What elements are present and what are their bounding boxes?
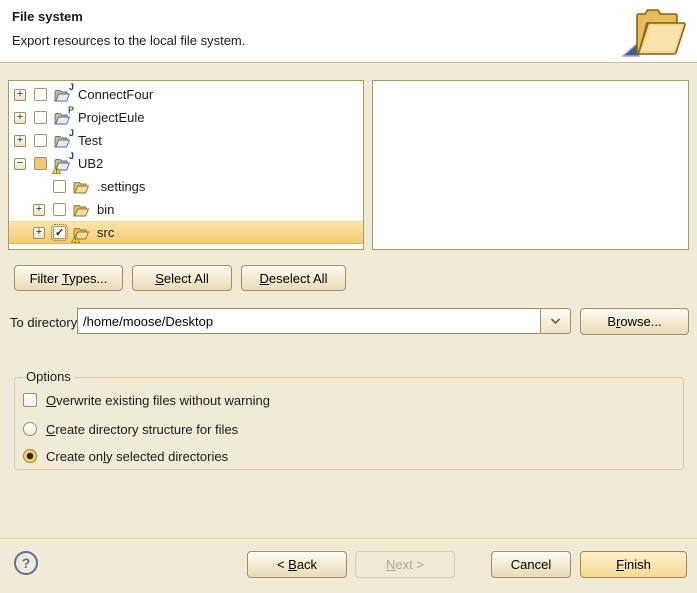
tree-item-label: UB2 xyxy=(78,156,103,171)
project-nature-decorator: P xyxy=(68,106,74,115)
only-selected-label: Create only selected directories xyxy=(46,449,228,464)
folder-icon xyxy=(73,224,92,241)
to-directory-label: To directory: xyxy=(10,315,81,330)
cancel-button[interactable]: Cancel xyxy=(491,551,571,578)
project-nature-decorator: J xyxy=(69,129,74,138)
warning-overlay-icon xyxy=(52,166,61,174)
tree-item-label: ConnectFour xyxy=(78,87,153,102)
warning-overlay-icon xyxy=(71,235,80,243)
page-title: File system xyxy=(12,9,83,24)
tree-row[interactable]: + bin xyxy=(9,198,363,221)
folder-icon: J xyxy=(54,86,73,103)
finish-button[interactable]: Finish xyxy=(580,551,687,578)
tree-item-label: ProjectEule xyxy=(78,110,144,125)
project-nature-decorator: J xyxy=(69,83,74,92)
options-group-title: Options xyxy=(23,369,74,384)
tree-row[interactable]: .settings xyxy=(9,175,363,198)
tree-item-label: .settings xyxy=(97,179,145,194)
export-folder-icon xyxy=(617,2,689,60)
overwrite-option-row[interactable]: Overwrite existing files without warning xyxy=(23,392,270,408)
tree-expander-toggle[interactable]: + xyxy=(33,204,45,216)
back-button[interactable]: < Back xyxy=(247,551,347,578)
next-button[interactable]: Next > xyxy=(355,551,455,578)
tree-expander-toggle[interactable]: + xyxy=(14,112,26,124)
tree-expander-toggle[interactable]: + xyxy=(33,227,45,239)
footer-separator xyxy=(0,538,697,539)
tree-checkbox[interactable] xyxy=(34,134,47,147)
filter-types-button[interactable]: Filter Types... xyxy=(14,265,123,291)
page-subtitle: Export resources to the local file syste… xyxy=(12,33,245,48)
file-list-panel[interactable] xyxy=(372,80,689,250)
destination-input[interactable] xyxy=(77,308,540,334)
tree-checkbox[interactable] xyxy=(34,157,47,170)
folder-icon xyxy=(73,201,92,218)
browse-button[interactable]: Browse... xyxy=(580,308,689,335)
tree-item-label: bin xyxy=(97,202,114,217)
folder-icon: J xyxy=(54,155,73,172)
folder-icon xyxy=(73,178,92,195)
folder-icon: J xyxy=(54,132,73,149)
tree-item-label: src xyxy=(97,225,114,240)
tree-checkbox[interactable] xyxy=(34,88,47,101)
tree-checkbox[interactable] xyxy=(53,203,66,216)
overwrite-label: Overwrite existing files without warning xyxy=(46,393,270,408)
dir-structure-radio[interactable] xyxy=(23,422,37,436)
dir-structure-label: Create directory structure for files xyxy=(46,422,238,437)
folder-icon: P xyxy=(54,109,73,126)
tree-row[interactable]: + J Test xyxy=(9,129,363,152)
tree-expander-toggle[interactable]: + xyxy=(14,89,26,101)
dir-structure-option-row[interactable]: Create directory structure for files xyxy=(23,421,238,437)
chevron-down-icon xyxy=(550,318,561,325)
combo-dropdown-button[interactable] xyxy=(540,308,571,334)
tree-expander-toggle[interactable]: + xyxy=(14,135,26,147)
tree-checkbox[interactable] xyxy=(53,180,66,193)
tree-checkbox[interactable] xyxy=(34,111,47,124)
tree-item-label: Test xyxy=(78,133,102,148)
project-nature-decorator: J xyxy=(69,152,74,161)
options-group: Options Overwrite existing files without… xyxy=(14,377,684,470)
resource-tree[interactable]: + J ConnectFour + xyxy=(8,80,364,250)
only-selected-radio[interactable] xyxy=(23,449,37,463)
tree-row[interactable]: + P ProjectEule xyxy=(9,106,363,129)
selection-toolbar: Filter Types... Select All Deselect All xyxy=(14,265,346,291)
tree-row[interactable]: − J UB2 xyxy=(9,152,363,175)
destination-combo[interactable] xyxy=(77,308,571,334)
tree-row[interactable]: + src xyxy=(9,221,363,244)
select-all-button[interactable]: Select All xyxy=(132,265,232,291)
wizard-banner: File system Export resources to the loca… xyxy=(0,0,697,63)
overwrite-checkbox[interactable] xyxy=(23,393,37,407)
deselect-all-button[interactable]: Deselect All xyxy=(241,265,346,291)
tree-checkbox[interactable] xyxy=(53,226,66,239)
tree-expander-toggle[interactable]: − xyxy=(14,158,26,170)
tree-row[interactable]: + J ConnectFour xyxy=(9,83,363,106)
help-button[interactable]: ? xyxy=(14,551,38,575)
only-selected-option-row[interactable]: Create only selected directories xyxy=(23,448,228,464)
